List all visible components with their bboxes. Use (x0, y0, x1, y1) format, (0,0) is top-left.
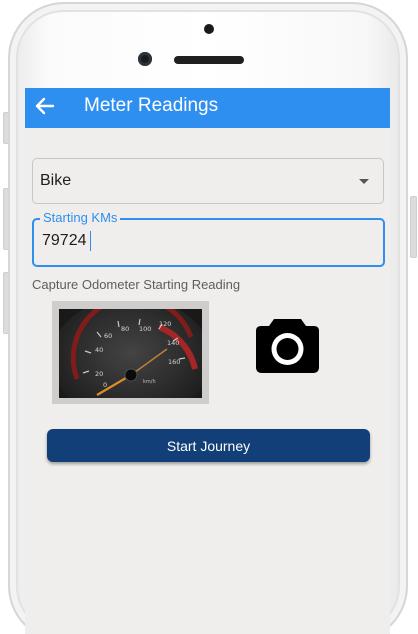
app-screen: Meter Readings Bike Starting KMs Capture… (25, 88, 390, 634)
camera-icon (256, 319, 319, 373)
app-bar: Meter Readings (25, 88, 390, 128)
device-frame: Meter Readings Bike Starting KMs Capture… (0, 0, 418, 634)
text-cursor (90, 231, 91, 251)
proximity-sensor (204, 24, 214, 34)
capture-odometer-label: Capture Odometer Starting Reading (32, 277, 241, 292)
front-camera (138, 52, 152, 66)
speedometer-photo: 20 40 60 80 100 120 140 160 0 km/h (59, 309, 202, 398)
vehicle-selected-value: Bike (40, 172, 72, 189)
start-journey-button[interactable]: Start Journey (47, 429, 370, 462)
caret-down-icon (359, 179, 369, 184)
back-button[interactable] (33, 94, 57, 118)
power-button (410, 196, 417, 258)
page-title: Meter Readings (84, 95, 219, 116)
starting-kms-field[interactable]: Starting KMs (32, 209, 385, 267)
capture-photo-button[interactable] (256, 317, 319, 373)
starting-kms-label: Starting KMs (40, 209, 121, 227)
earpiece-speaker (174, 56, 244, 64)
odometer-photo-thumbnail[interactable]: 20 40 60 80 100 120 140 160 0 km/h (52, 301, 209, 404)
arrow-left-icon (35, 97, 55, 115)
vehicle-type-dropdown[interactable]: Bike (32, 158, 384, 204)
